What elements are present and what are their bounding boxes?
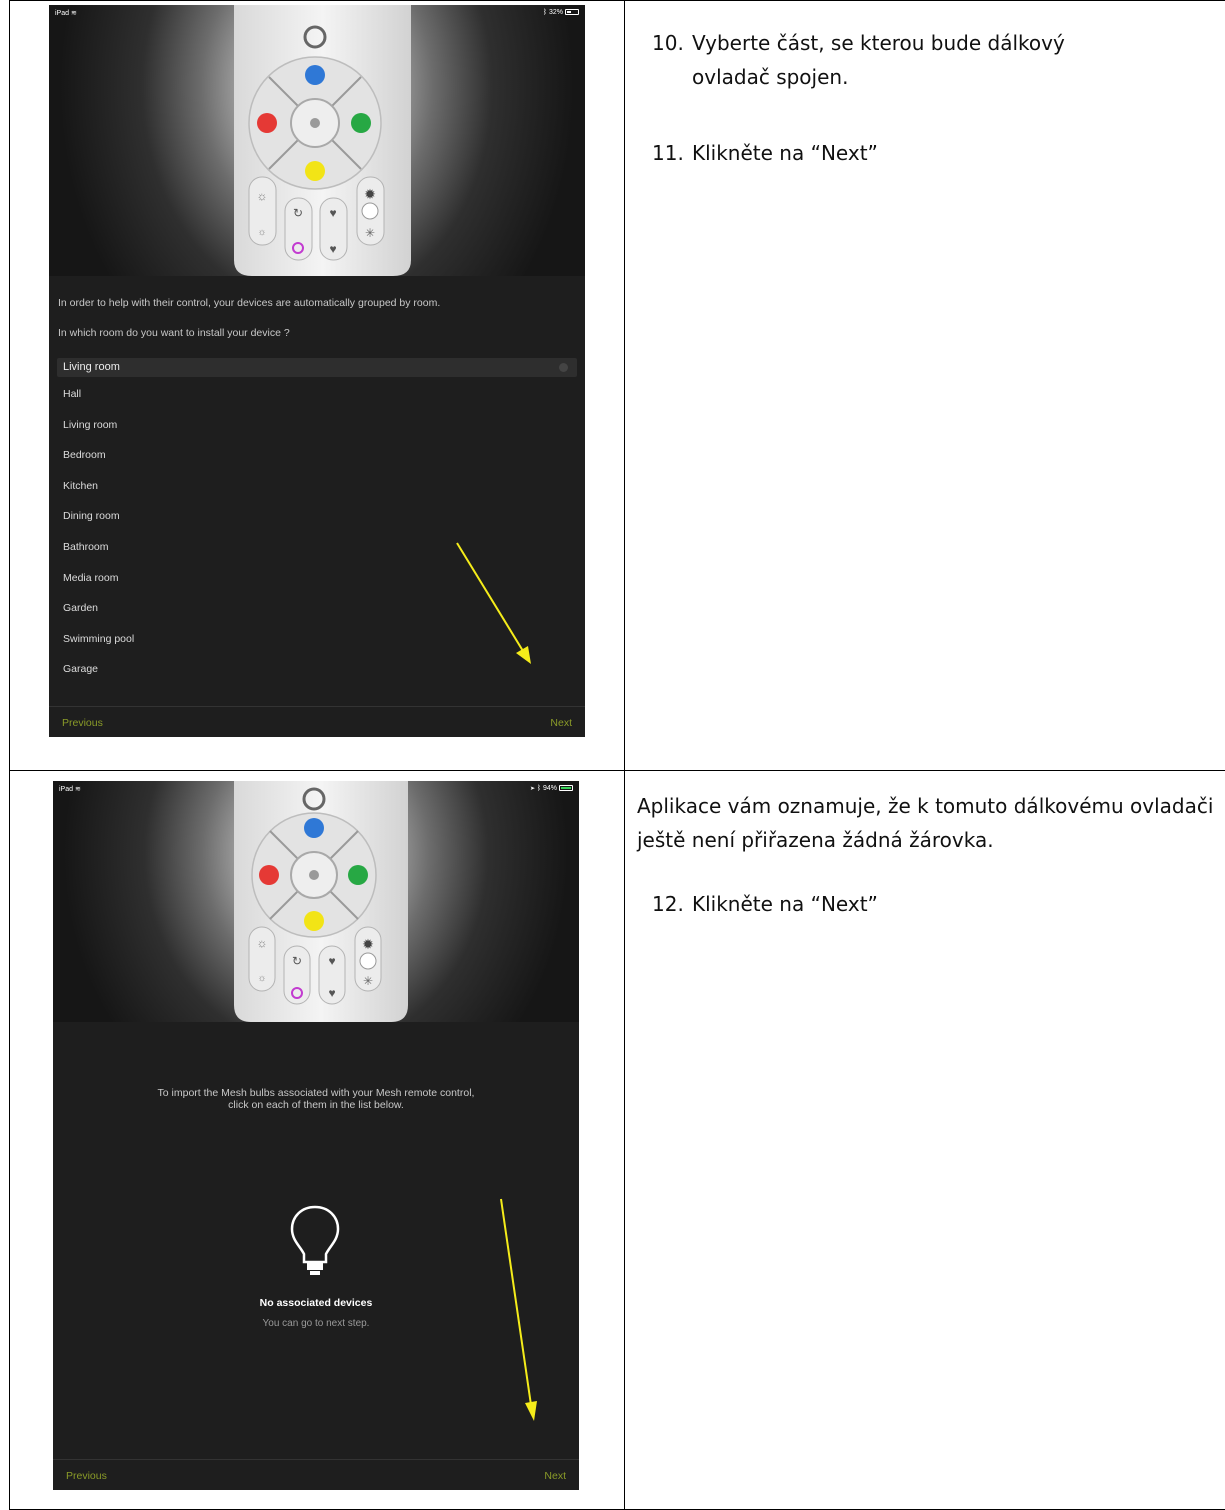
table-row-divider — [9, 770, 1225, 771]
step-text: Klikněte na “Next” — [692, 141, 878, 165]
step-number: 11. — [652, 141, 684, 165]
no-bulbs-note: Aplikace vám oznamuje, že k tomuto dálko… — [637, 794, 1214, 852]
step-number: 12. — [652, 892, 684, 916]
step-text: Klikněte na “Next” — [692, 892, 878, 916]
room-selection-screenshot: ☼ ☼ ↻ ♥ ♥ ✹ ✳ iPad ≋ ᛒ 32% In order to h… — [49, 5, 585, 737]
arrow-annotation — [456, 542, 531, 664]
table-border-top — [9, 0, 1225, 1]
table-border-middle — [624, 0, 625, 1510]
associated-bulbs-screenshot: ☼ ☼ ↻ ♥ ♥ ✹ ✳ iPad ≋ ➤ ᛒ 94% To import t… — [53, 781, 579, 1490]
arrow-annotation — [500, 1198, 537, 1421]
table-border-left — [9, 0, 10, 1510]
instructions-bottom: Aplikace vám oznamuje, že k tomuto dálko… — [637, 789, 1222, 916]
step-text: Vyberte část, se kterou bude dálkový ovl… — [692, 31, 1065, 89]
step-number: 10. — [652, 31, 684, 55]
